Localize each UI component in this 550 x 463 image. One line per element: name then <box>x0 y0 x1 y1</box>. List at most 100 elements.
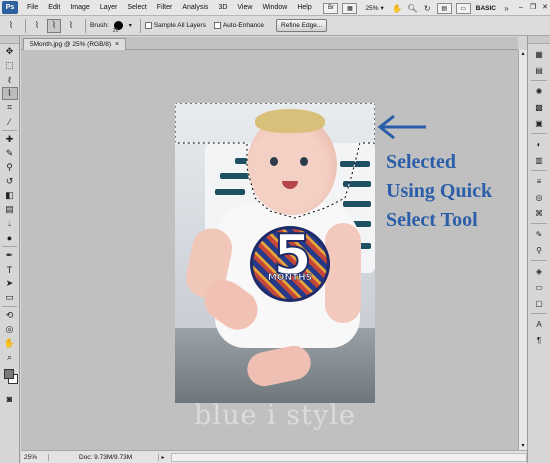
annotation-line-3: Select Tool <box>386 209 478 231</box>
pen-tool-icon[interactable]: ✒ <box>2 249 18 262</box>
color-panel-icon[interactable]: ✺ <box>532 85 546 97</box>
menu-help[interactable]: Help <box>292 0 316 16</box>
minibridge-icon[interactable]: ▦ <box>532 48 546 60</box>
menu-image[interactable]: Image <box>65 0 94 16</box>
refine-edge-button[interactable]: Refine Edge... <box>276 19 328 32</box>
brushes-panel-icon[interactable]: ✎ <box>532 228 546 240</box>
baby-hair <box>255 109 325 133</box>
quick-mask-icon[interactable]: ◙ <box>2 392 18 405</box>
bridge-button[interactable]: Br <box>323 2 339 14</box>
horizontal-scrollbar[interactable] <box>171 452 527 462</box>
add-to-selection-icon[interactable]: ⌇ <box>47 18 61 33</box>
history-brush-tool-icon[interactable]: ↺ <box>2 175 18 188</box>
paths-panel-icon[interactable]: ⌘ <box>532 207 546 219</box>
new-selection-icon[interactable]: ⌇ <box>30 19 44 33</box>
animation-panel-icon[interactable]: ▭ <box>532 281 546 293</box>
screen-mode-button[interactable]: ▭ <box>455 2 471 14</box>
move-tool-icon[interactable]: ✥ <box>2 45 18 58</box>
menu-edit[interactable]: Edit <box>43 0 65 16</box>
chevron-down-icon: ▾ <box>380 5 384 12</box>
sample-all-layers-checkbox[interactable] <box>144 22 152 29</box>
menu-file[interactable]: File <box>22 0 43 16</box>
separator <box>2 130 17 131</box>
blur-tool-icon[interactable]: 💧︎ <box>2 217 18 230</box>
brush-picker[interactable]: 20 <box>112 19 126 34</box>
menu-window[interactable]: Window <box>257 0 292 16</box>
quick-selection-tool-preset-icon[interactable]: ⌇ <box>4 19 18 33</box>
arrange-documents-button[interactable]: ▤ <box>436 2 452 14</box>
menu-3d[interactable]: 3D <box>213 0 232 16</box>
status-bar: 25% Doc: 9.73M/9.73M ▸ <box>21 450 527 463</box>
masks-panel-icon[interactable]: ▥ <box>532 154 546 166</box>
swatches-panel-icon[interactable]: ▩ <box>532 101 546 113</box>
lasso-tool-icon[interactable]: ℓ <box>2 73 18 86</box>
close-icon[interactable]: ✕ <box>540 3 550 13</box>
gradient-tool-icon[interactable]: ▤ <box>2 203 18 216</box>
channels-panel-icon[interactable]: ◎ <box>532 191 546 203</box>
layers-panel-icon[interactable]: ≡ <box>532 175 546 187</box>
info-panel-icon[interactable]: ▢ <box>532 297 546 309</box>
restore-icon[interactable]: ❐ <box>528 3 538 13</box>
rotate-view-icon[interactable]: ↻ <box>421 2 434 14</box>
scroll-up-icon[interactable]: ▴ <box>519 50 527 58</box>
document-tab-bar: 5Month.jpg @ 25% (RGB/8) × <box>21 37 518 50</box>
annotation-line-2: Using Quick <box>386 180 493 202</box>
zoom-tool-icon[interactable]: 🔍︎ <box>406 2 419 14</box>
auto-enhance-checkbox[interactable] <box>213 22 221 29</box>
styles-panel-icon[interactable]: ▣ <box>532 117 546 129</box>
workspace-switcher[interactable]: BASIC <box>476 5 496 12</box>
subtract-from-selection-icon[interactable]: ⌇ <box>64 19 78 33</box>
separator <box>25 18 26 33</box>
view-extras-button[interactable]: ▦ <box>342 2 358 14</box>
separator <box>531 170 547 171</box>
chevron-down-icon[interactable]: ▾ <box>129 22 132 29</box>
vertical-scrollbar[interactable]: ▴ ▾ <box>518 50 527 450</box>
auto-enhance-option[interactable]: Auto-Enhance <box>213 22 267 29</box>
document-tab[interactable]: 5Month.jpg @ 25% (RGB/8) × <box>23 38 127 50</box>
hand-tool-icon[interactable]: ✋ <box>2 337 18 350</box>
eraser-tool-icon[interactable]: ◧ <box>2 189 18 202</box>
brush-tool-icon[interactable]: ✎ <box>2 147 18 160</box>
status-zoom-field[interactable]: 25% <box>21 453 49 461</box>
menu-view[interactable]: View <box>232 0 257 16</box>
shape-tool-icon[interactable]: ▭ <box>2 291 18 304</box>
foreground-color-swatch[interactable] <box>4 369 14 379</box>
quick-selection-tool-icon[interactable]: ⌇ <box>1 87 18 100</box>
separator <box>531 313 547 314</box>
zoom-level-dropdown[interactable]: 25% ▾ <box>363 4 385 13</box>
3d-orbit-tool-icon[interactable]: ◎ <box>2 323 18 336</box>
adjustments-panel-icon[interactable]: ◐ <box>532 138 546 150</box>
scroll-down-icon[interactable]: ▾ <box>519 442 527 450</box>
zoom-tool-icon[interactable]: ⌕ <box>2 351 18 364</box>
menu-analysis[interactable]: Analysis <box>177 0 213 16</box>
marquee-tool-icon[interactable]: ⬚ <box>2 59 18 72</box>
3d-rotate-tool-icon[interactable]: ⟲ <box>2 309 18 322</box>
cushion-stripe <box>343 181 371 187</box>
close-icon[interactable]: × <box>115 39 119 50</box>
clone-stamp-tool-icon[interactable]: ⚲ <box>2 161 18 174</box>
hand-tool-icon[interactable]: ✋ <box>391 2 404 14</box>
crop-tool-icon[interactable]: ⌗ <box>2 101 18 114</box>
chevron-right-icon[interactable]: » <box>500 2 513 14</box>
panel-grip[interactable] <box>0 36 19 44</box>
history-icon[interactable]: ▤ <box>532 64 546 76</box>
eyedropper-tool-icon[interactable]: ⁄ <box>2 115 18 128</box>
3d-panel-icon[interactable]: ◈ <box>532 265 546 277</box>
sample-all-layers-option[interactable]: Sample All Layers <box>144 22 209 29</box>
minimize-icon[interactable]: – <box>516 3 526 13</box>
path-selection-tool-icon[interactable]: ➤ <box>2 277 18 290</box>
menu-select[interactable]: Select <box>122 0 151 16</box>
annotation-text: Selected Using Quick Select Tool <box>386 148 522 235</box>
dodge-tool-icon[interactable]: ● <box>2 231 18 244</box>
status-menu-icon[interactable]: ▸ <box>159 454 167 461</box>
type-tool-icon[interactable]: T <box>2 263 18 276</box>
healing-brush-tool-icon[interactable]: ✚ <box>2 133 18 146</box>
panel-grip[interactable] <box>528 36 550 44</box>
color-swatches[interactable] <box>2 367 18 389</box>
menu-layer[interactable]: Layer <box>95 0 123 16</box>
clone-source-panel-icon[interactable]: ⚲ <box>532 244 546 256</box>
paragraph-panel-icon[interactable]: ¶ <box>532 334 546 346</box>
document-image[interactable]: 5 MONTHS <box>175 103 375 403</box>
menu-filter[interactable]: Filter <box>152 0 178 16</box>
character-panel-icon[interactable]: A <box>532 318 546 330</box>
